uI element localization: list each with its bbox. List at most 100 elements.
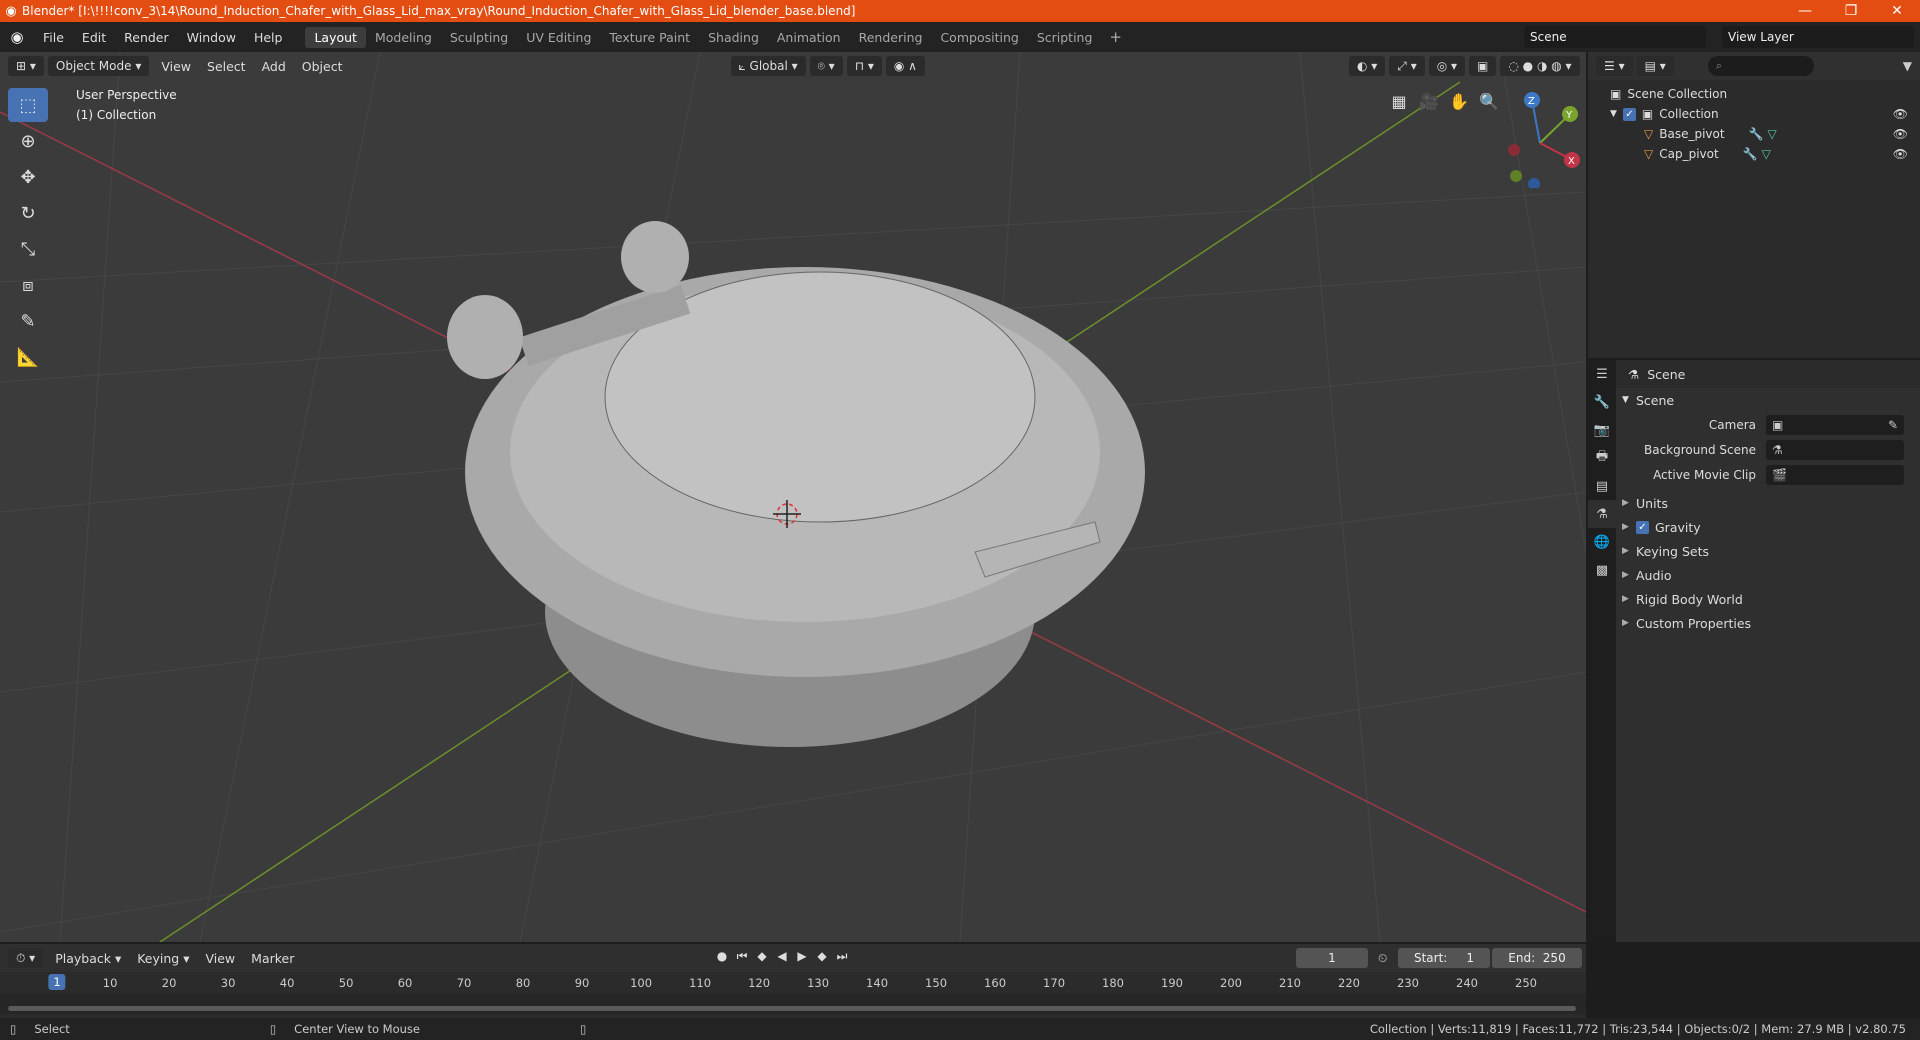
tab-shading[interactable]: Shading — [699, 27, 768, 48]
next-keyframe-icon[interactable]: ◆ — [812, 949, 832, 964]
record-icon[interactable]: ● — [712, 949, 732, 964]
collapse-arrow-icon[interactable]: ▼ — [1622, 395, 1636, 405]
3d-viewport[interactable]: ⊞ ▾ Object Mode ▾ View Select Add Object… — [0, 52, 1586, 942]
scene-selector[interactable]: Scene — [1524, 26, 1706, 48]
expand-arrow-icon[interactable]: ▶ — [1622, 618, 1636, 628]
tab-scripting[interactable]: Scripting — [1028, 27, 1102, 48]
expand-arrow-icon[interactable]: ▼ — [1610, 109, 1617, 119]
visibility-eye-icon[interactable]: 👁 — [1893, 127, 1908, 141]
snap-button[interactable]: ⊓ ▾ — [846, 56, 882, 76]
object-mode-dropdown[interactable]: Object Mode ▾ — [47, 56, 150, 76]
output-icon[interactable]: 🖶 — [1588, 444, 1616, 472]
menu-view[interactable]: View — [153, 59, 199, 74]
expand-arrow-icon[interactable]: ▶ — [1622, 546, 1636, 556]
eyedropper-icon[interactable]: ✎ — [1888, 418, 1898, 432]
subpanel-units[interactable]: ▶ Units — [1616, 491, 1920, 515]
tab-sculpting[interactable]: Sculpting — [441, 27, 517, 48]
menu-timeline-view[interactable]: View — [197, 951, 243, 966]
blender-menu-icon[interactable]: ◉ — [0, 28, 34, 46]
outliner-display-mode-button[interactable]: ▤ ▾ — [1636, 56, 1674, 76]
expand-arrow-icon[interactable]: ▶ — [1622, 498, 1636, 508]
menu-keying[interactable]: Keying ▾ — [129, 951, 197, 966]
visibility-eye-icon[interactable]: 👁 — [1893, 107, 1908, 121]
timeline-scrollbar[interactable] — [8, 1006, 1576, 1011]
modifier-wrench-icon[interactable]: 🔧 — [1743, 147, 1758, 161]
chafer-model[interactable] — [447, 221, 1145, 747]
measure-icon[interactable]: 📐 — [8, 340, 48, 374]
subpanel-rigid-body-world[interactable]: ▶ Rigid Body World — [1616, 587, 1920, 611]
subpanel-keying-sets[interactable]: ▶ Keying Sets — [1616, 539, 1920, 563]
menu-window[interactable]: Window — [178, 30, 245, 45]
select-box-icon[interactable]: ⬚ — [8, 88, 48, 122]
menu-select[interactable]: Select — [199, 59, 254, 74]
menu-playback[interactable]: Playback ▾ — [47, 951, 129, 966]
subpanel-gravity[interactable]: ▶ ✓ Gravity — [1616, 515, 1920, 539]
tab-texture-paint[interactable]: Texture Paint — [600, 27, 699, 48]
tab-animation[interactable]: Animation — [768, 27, 850, 48]
expand-arrow-icon[interactable]: ▶ — [1622, 522, 1636, 532]
filter-icon[interactable]: ▼ — [1903, 59, 1912, 73]
menu-add[interactable]: Add — [254, 59, 294, 74]
minimize-button[interactable]: — — [1782, 3, 1828, 19]
mesh-data-icon[interactable]: ▽ — [1768, 127, 1777, 141]
modifier-wrench-icon[interactable]: 🔧 — [1749, 127, 1764, 141]
overlay-toggle-button[interactable]: ◎ ▾ — [1428, 56, 1466, 76]
pivot-point-button[interactable]: ⌾ ▾ — [809, 56, 843, 76]
world-icon[interactable]: 🌐 — [1588, 528, 1616, 556]
outliner-row-collection[interactable]: ▼ ✓ ▣ Collection 👁 — [1588, 104, 1920, 124]
transform-icon[interactable]: ⧈ — [8, 268, 48, 302]
transform-orientation-dropdown[interactable]: ⟀ Global ▾ — [730, 56, 806, 76]
scene-props-icon[interactable]: ⚗ — [1588, 500, 1616, 528]
maximize-button[interactable]: ❐ — [1828, 3, 1874, 19]
close-button[interactable]: ✕ — [1874, 3, 1920, 19]
xray-toggle-button[interactable]: ▣ — [1469, 56, 1497, 76]
current-frame-field[interactable]: 1 — [1296, 948, 1368, 968]
expand-arrow-icon[interactable]: ▶ — [1622, 594, 1636, 604]
scene-panel-header[interactable]: ▼ Scene — [1616, 388, 1920, 412]
proportional-edit-button[interactable]: ◉ ∧ — [885, 56, 925, 76]
menu-render[interactable]: Render — [115, 30, 178, 45]
menu-file[interactable]: File — [34, 30, 73, 45]
render-icon[interactable]: 📷 — [1588, 416, 1616, 444]
tab-layout[interactable]: Layout — [305, 26, 366, 48]
collection-checkbox[interactable]: ✓ — [1622, 107, 1636, 121]
visibility-eye-icon[interactable]: 👁 — [1893, 147, 1908, 161]
prev-keyframe-icon[interactable]: ◆ — [752, 949, 772, 964]
start-frame-field[interactable]: Start: 1 — [1398, 948, 1490, 968]
jump-end-icon[interactable]: ⏭ — [832, 949, 852, 964]
rotate-icon[interactable]: ↻ — [8, 196, 48, 230]
texture-icon[interactable]: ▩ — [1588, 556, 1616, 584]
tab-uv-editing[interactable]: UV Editing — [517, 27, 600, 48]
add-workspace-button[interactable]: + — [1101, 28, 1130, 46]
tab-compositing[interactable]: Compositing — [931, 27, 1027, 48]
menu-edit[interactable]: Edit — [73, 30, 115, 45]
subpanel-audio[interactable]: ▶ Audio — [1616, 563, 1920, 587]
visibility-button[interactable]: ◐ ▾ — [1348, 56, 1386, 76]
camera-view-icon[interactable]: 🎥 — [1414, 88, 1444, 114]
end-frame-field[interactable]: End: 250 — [1492, 948, 1582, 968]
current-frame-marker[interactable]: 1 — [48, 974, 66, 990]
outliner-search-input[interactable]: ⌕ — [1707, 56, 1814, 76]
timeline-editor-type-button[interactable]: ⏱ ▾ — [8, 948, 44, 968]
move-icon[interactable]: ✥ — [8, 160, 48, 194]
expand-arrow-icon[interactable]: ▶ — [1622, 570, 1636, 580]
menu-object[interactable]: Object — [294, 59, 351, 74]
tool-settings-icon[interactable]: 🔧 — [1588, 388, 1616, 416]
mesh-data-icon[interactable]: ▽ — [1762, 147, 1771, 161]
jump-start-icon[interactable]: ⏮ — [732, 949, 752, 964]
navigation-gizmo[interactable]: Z Y X — [1500, 88, 1580, 188]
timeline-keyframe-area[interactable] — [0, 994, 1586, 1014]
outliner-editor-type-button[interactable]: ☰ ▾ — [1596, 56, 1633, 76]
scale-icon[interactable]: ⤡ — [8, 232, 48, 266]
tab-rendering[interactable]: Rendering — [850, 27, 932, 48]
frame-ruler[interactable]: 1 10 20 30 40 50 60 70 80 90 100 110 120 130 140 150 160… — [0, 972, 1586, 994]
tab-modeling[interactable]: Modeling — [366, 27, 441, 48]
view-layer-selector[interactable]: View Layer — [1722, 26, 1914, 48]
grid-view-icon[interactable]: ▦ — [1384, 88, 1414, 114]
play-reverse-icon[interactable]: ◀ — [772, 949, 792, 964]
editor-type-icon[interactable]: ☰ — [1588, 360, 1616, 388]
background-scene-field[interactable]: ⚗ — [1766, 439, 1904, 460]
shading-mode-buttons[interactable]: ◌ ● ◑ ◍ ▾ — [1500, 56, 1580, 76]
editor-type-button[interactable]: ⊞ ▾ — [8, 56, 44, 76]
menu-help[interactable]: Help — [245, 30, 292, 45]
